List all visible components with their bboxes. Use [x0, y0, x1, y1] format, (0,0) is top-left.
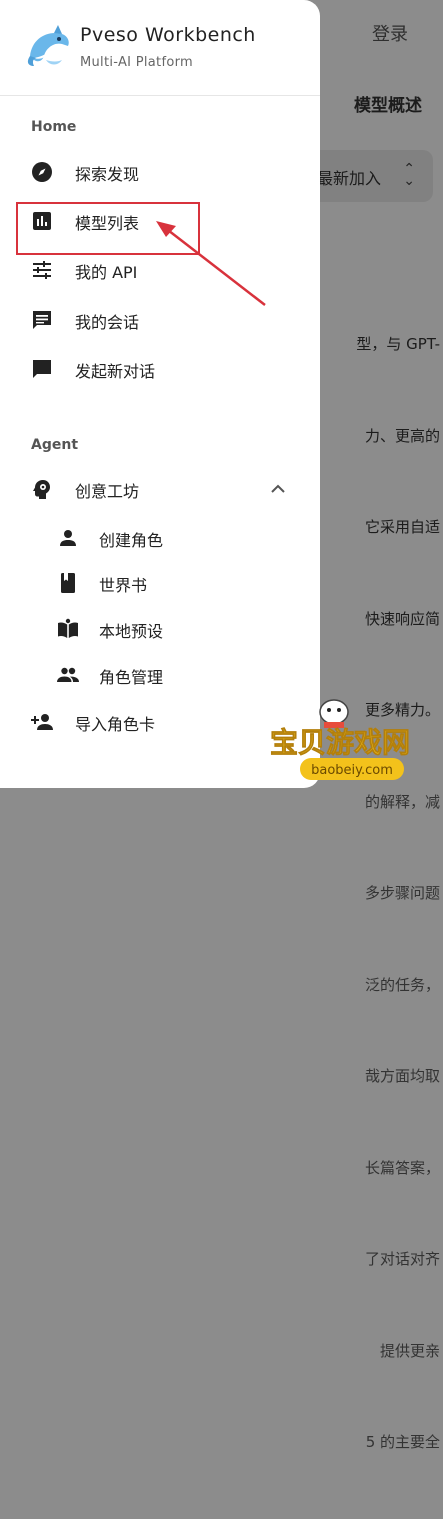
nav-group-creative-workshop[interactable]: 创意工坊	[0, 467, 320, 511]
sliders-icon	[33, 261, 51, 279]
watermark-logo: 宝贝游戏网 baobeiy.com	[270, 699, 410, 780]
open-book-icon	[58, 618, 78, 638]
nav-item-label: 发起新对话	[75, 362, 156, 381]
section-title-agent: Agent	[31, 437, 79, 453]
text-line: 了对话对齐	[364, 1250, 440, 1268]
brand-subtitle: Multi-AI Platform	[80, 55, 193, 70]
nav-group-label: 创意工坊	[75, 482, 140, 501]
chat-lines-icon	[33, 311, 51, 329]
sub-item-world-book[interactable]: 世界书	[0, 563, 320, 603]
section-title-home: Home	[31, 119, 77, 135]
nav-item-label: 我的 API	[75, 263, 138, 282]
nav-item-label: 导入角色卡	[75, 715, 156, 734]
compass-icon	[32, 162, 52, 182]
navigation-drawer: Pveso Workbench Multi-AI Platform Home 探…	[0, 0, 320, 788]
book-icon	[61, 573, 75, 593]
person-icon	[60, 530, 76, 546]
chat-bubble-icon	[33, 360, 51, 378]
brand-name: Pveso Workbench	[80, 24, 256, 46]
nav-item-new-chat[interactable]: 发起新对话	[0, 347, 320, 391]
sub-item-create-character[interactable]: 创建角色	[0, 518, 320, 558]
text-line: 哉方面均取	[364, 1067, 440, 1085]
sub-item-character-management[interactable]: 角色管理	[0, 655, 320, 695]
nav-item-label: 探索发现	[75, 165, 140, 184]
person-add-icon	[31, 714, 53, 730]
chevron-up-icon[interactable]	[266, 477, 290, 501]
text-line: 5 的主要全	[365, 1433, 440, 1451]
text-line: 的解释，减	[364, 792, 440, 811]
text-line: 泛的任务，	[364, 975, 440, 994]
text-line: 多步骤问题	[364, 884, 440, 902]
sub-item-label: 角色管理	[99, 668, 164, 687]
brand-header: Pveso Workbench Multi-AI Platform	[0, 0, 320, 96]
annotation-arrow-icon	[156, 221, 266, 306]
text-line: 提供更亲	[379, 1341, 440, 1360]
sub-item-label: 世界书	[99, 576, 148, 595]
nav-item-label: 我的会话	[75, 313, 140, 332]
text-line: 长篇答案，	[364, 1158, 440, 1177]
sub-item-label: 本地预设	[99, 622, 164, 641]
sub-item-local-presets[interactable]: 本地预设	[0, 609, 320, 649]
svg-text:宝贝游戏网: 宝贝游戏网	[270, 726, 410, 759]
group-icon	[57, 667, 79, 682]
sub-item-label: 创建角色	[99, 531, 164, 550]
svg-text:baobeiy.com: baobeiy.com	[311, 763, 393, 778]
dolphin-logo-icon	[27, 25, 69, 66]
head-gear-icon	[33, 480, 50, 499]
nav-item-explore[interactable]: 探索发现	[0, 150, 320, 194]
